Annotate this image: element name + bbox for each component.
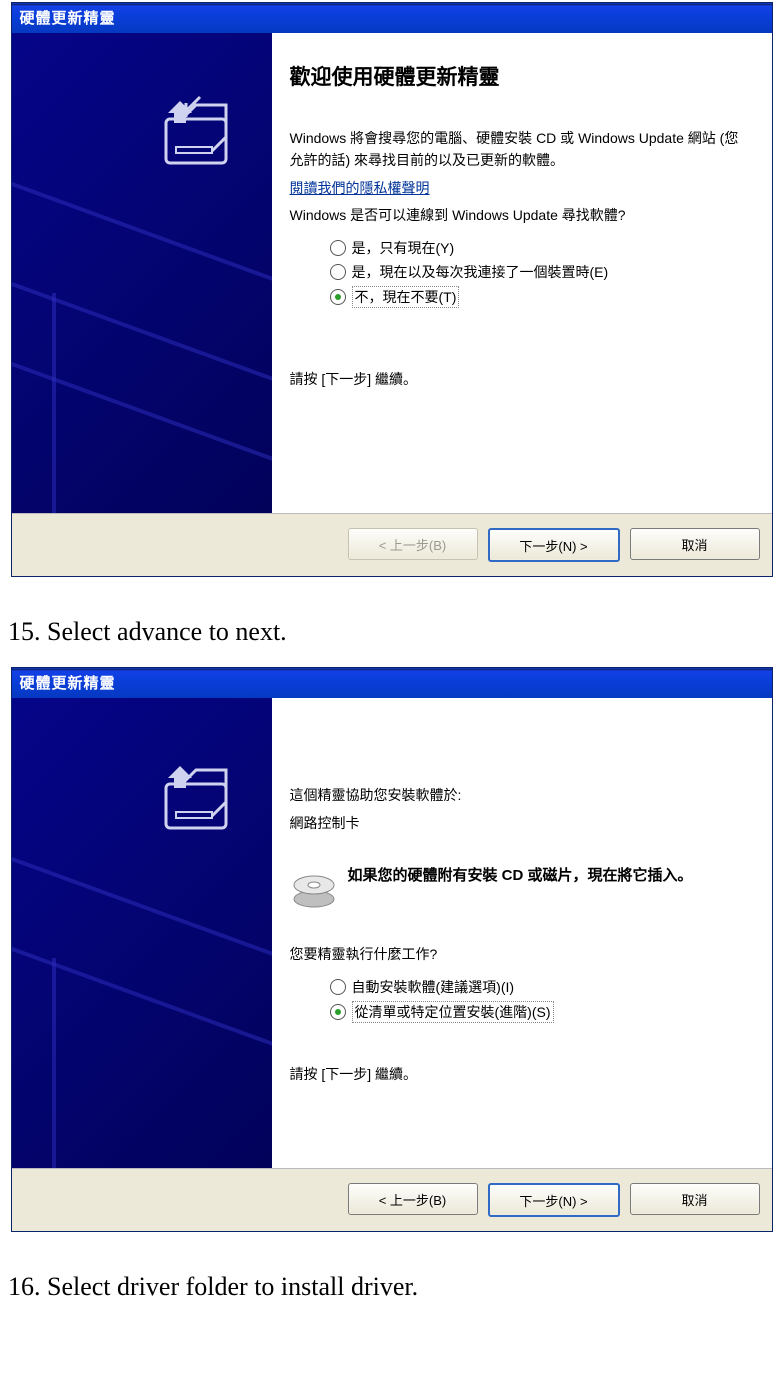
- radio-option-auto[interactable]: 自動安裝軟體(建議選項)(I): [330, 977, 752, 997]
- radio-group: 是，只有現在(Y) 是，現在以及每次我連接了一個裝置時(E) 不，現在不要(T): [330, 238, 752, 308]
- back-button[interactable]: < 上一步(B): [348, 1183, 478, 1215]
- continue-hint: 請按 [下一步] 繼續。: [290, 1063, 752, 1085]
- wizard-sidebar: [12, 698, 272, 1168]
- privacy-link[interactable]: 閱讀我們的隱私權聲明: [290, 180, 430, 196]
- next-button[interactable]: 下一步(N) >: [488, 528, 620, 562]
- wizard-description: Windows 將會搜尋您的電腦、硬體安裝 CD 或 Windows Updat…: [290, 127, 752, 172]
- wizard-intro: 這個精靈協助您安裝軟體於:: [290, 784, 752, 806]
- device-name: 網路控制卡: [290, 812, 752, 834]
- dialog-footer: < 上一步(B) 下一步(N) > 取消: [12, 1168, 772, 1231]
- titlebar[interactable]: 硬體更新精靈: [12, 668, 772, 698]
- dialog-main: 歡迎使用硬體更新精靈 Windows 將會搜尋您的電腦、硬體安裝 CD 或 Wi…: [272, 33, 772, 513]
- wizard-question: 您要精靈執行什麼工作?: [290, 943, 752, 965]
- radio-option-yes-always[interactable]: 是，現在以及每次我連接了一個裝置時(E): [330, 262, 752, 282]
- step-16-text: 16. Select driver folder to install driv…: [8, 1272, 783, 1302]
- radio-icon: [330, 240, 346, 256]
- wizard-dialog-1: 硬體更新精靈 歡迎使用硬體更新精靈 Windows 將會搜尋您的電腦、硬體安裝 …: [11, 2, 773, 577]
- radio-icon: [330, 979, 346, 995]
- wizard-dialog-2: 硬體更新精靈 這個精靈協助您安裝軟體於: 網路控制卡: [11, 667, 773, 1232]
- titlebar[interactable]: 硬體更新精靈: [12, 3, 772, 33]
- hardware-icon: [152, 758, 242, 848]
- wizard-heading: 歡迎使用硬體更新精靈: [290, 61, 752, 91]
- radio-option-advanced[interactable]: 從清單或特定位置安裝(進階)(S): [330, 1001, 752, 1023]
- cd-icon: [290, 865, 338, 913]
- radio-label: 自動安裝軟體(建議選項)(I): [352, 977, 515, 997]
- cancel-button[interactable]: 取消: [630, 1183, 760, 1215]
- radio-option-yes-now[interactable]: 是，只有現在(Y): [330, 238, 752, 258]
- continue-hint: 請按 [下一步] 繼續。: [290, 368, 752, 390]
- hardware-icon: [152, 93, 242, 183]
- cd-hint-text: 如果您的硬體附有安裝 CD 或磁片，現在將它插入。: [348, 865, 693, 888]
- dialog-body: 歡迎使用硬體更新精靈 Windows 將會搜尋您的電腦、硬體安裝 CD 或 Wi…: [12, 33, 772, 513]
- cd-hint-row: 如果您的硬體附有安裝 CD 或磁片，現在將它插入。: [290, 865, 752, 913]
- radio-option-no[interactable]: 不，現在不要(T): [330, 286, 752, 308]
- wizard-question: Windows 是否可以連線到 Windows Update 尋找軟體?: [290, 204, 752, 226]
- radio-label: 是，現在以及每次我連接了一個裝置時(E): [352, 262, 609, 282]
- radio-label: 是，只有現在(Y): [352, 238, 455, 258]
- dialog-footer: < 上一步(B) 下一步(N) > 取消: [12, 513, 772, 576]
- back-button: < 上一步(B): [348, 528, 478, 560]
- step-15-text: 15. Select advance to next.: [8, 617, 783, 647]
- cancel-button[interactable]: 取消: [630, 528, 760, 560]
- radio-label: 不，現在不要(T): [352, 286, 460, 308]
- radio-group: 自動安裝軟體(建議選項)(I) 從清單或特定位置安裝(進階)(S): [330, 977, 752, 1023]
- next-button[interactable]: 下一步(N) >: [488, 1183, 620, 1217]
- wizard-sidebar: [12, 33, 272, 513]
- radio-label: 從清單或特定位置安裝(進階)(S): [352, 1001, 554, 1023]
- dialog-body: 這個精靈協助您安裝軟體於: 網路控制卡 如果您的硬體附有安裝 CD 或磁片，現在…: [12, 698, 772, 1168]
- radio-icon: [330, 1004, 346, 1020]
- radio-icon: [330, 289, 346, 305]
- radio-icon: [330, 264, 346, 280]
- dialog-main: 這個精靈協助您安裝軟體於: 網路控制卡 如果您的硬體附有安裝 CD 或磁片，現在…: [272, 698, 772, 1168]
